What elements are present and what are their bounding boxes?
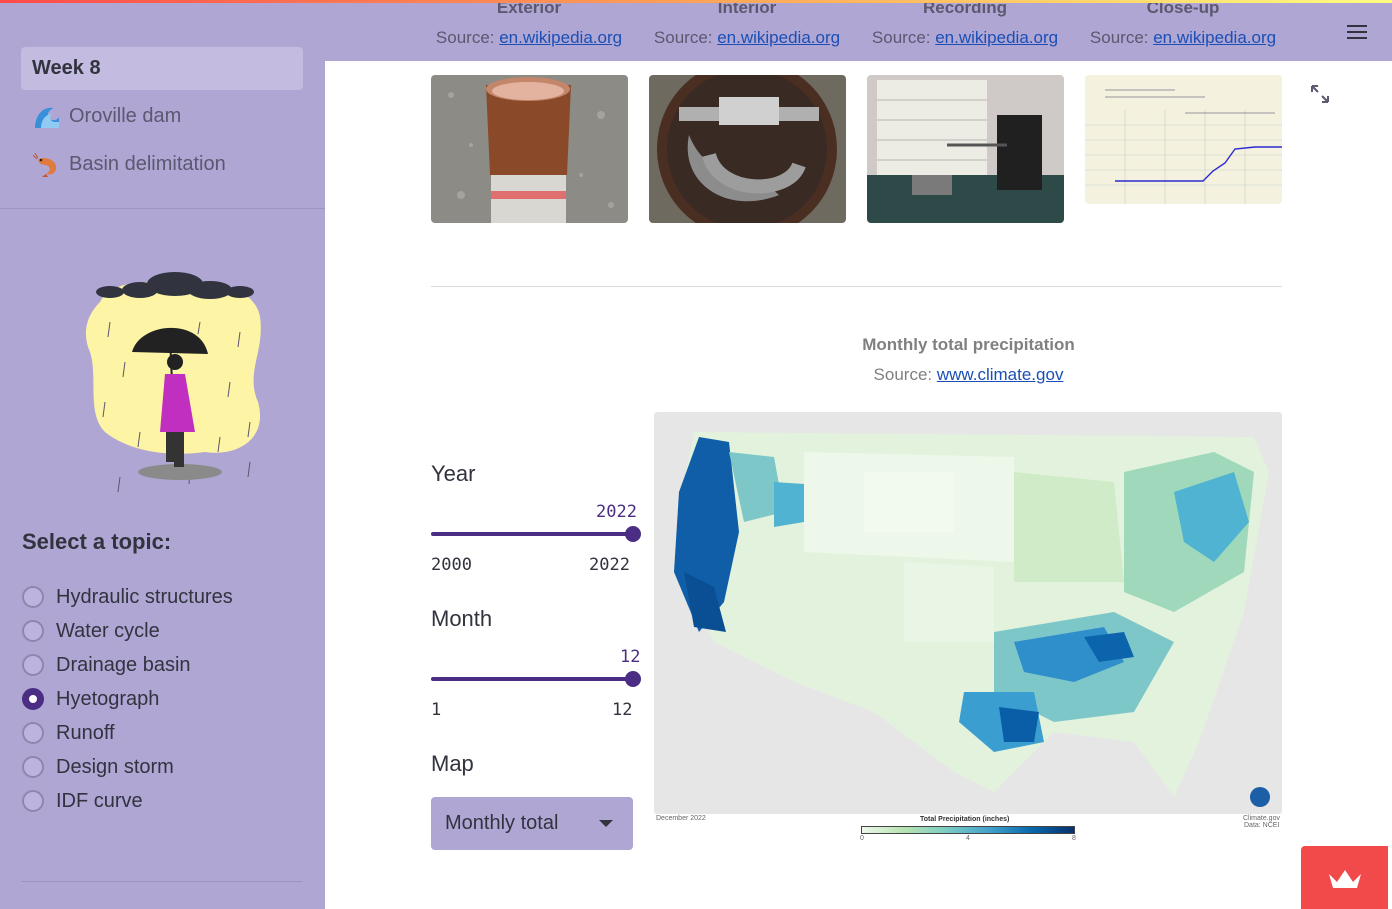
radio-idf-curve[interactable]: IDF curve bbox=[22, 784, 233, 818]
chart-close-up-photo bbox=[1085, 75, 1282, 204]
data-credit-label: Data: NCEI bbox=[1244, 822, 1280, 829]
radio-label: Water cycle bbox=[56, 619, 160, 642]
map-date-label: December 2022 bbox=[656, 815, 706, 822]
map-type-selected: Monthly total bbox=[445, 812, 559, 834]
section-divider bbox=[431, 286, 1282, 287]
radio-button-selected[interactable] bbox=[22, 688, 44, 710]
radio-runoff[interactable]: Runoff bbox=[22, 716, 233, 750]
month-slider-track[interactable] bbox=[431, 677, 633, 681]
radio-hydraulic-structures[interactable]: Hydraulic structures bbox=[22, 580, 233, 614]
radio-button[interactable] bbox=[22, 722, 44, 744]
topic-radio-group: Hydraulic structures Water cycle Drainag… bbox=[22, 580, 233, 818]
month-min: 1 bbox=[431, 700, 442, 720]
radio-button[interactable] bbox=[22, 620, 44, 642]
year-slider-thumb[interactable] bbox=[625, 526, 641, 542]
radio-label: Design storm bbox=[56, 755, 174, 778]
sidebar-bottom-divider bbox=[21, 881, 302, 882]
radio-label: Runoff bbox=[56, 721, 115, 744]
month-slider-thumb[interactable] bbox=[625, 671, 641, 687]
month-label: Month bbox=[431, 606, 493, 631]
nav-item-basin-delimitation[interactable]: Basin delimitation bbox=[21, 143, 303, 186]
nav-item-label: Oroville dam bbox=[69, 105, 182, 127]
sidebar-nav: Week 8 Oroville dam Basin delimitation bbox=[21, 47, 303, 191]
source-prefix: Source: bbox=[435, 28, 500, 47]
caption-source: Source: en.wikipedia.org bbox=[637, 28, 857, 48]
map-title: Monthly total precipitation bbox=[862, 335, 1075, 354]
month-value: 12 bbox=[620, 647, 641, 667]
source-prefix: Source: bbox=[1089, 28, 1154, 47]
source-link[interactable]: en.wikipedia.org bbox=[499, 28, 622, 47]
source-link[interactable]: en.wikipedia.org bbox=[1153, 28, 1276, 47]
radio-label: Hydraulic structures bbox=[56, 585, 233, 608]
radio-button[interactable] bbox=[22, 586, 44, 608]
rain-umbrella-illustration bbox=[85, 272, 261, 493]
radio-design-storm[interactable]: Design storm bbox=[22, 750, 233, 784]
source-link[interactable]: en.wikipedia.org bbox=[717, 28, 840, 47]
source-link[interactable]: www.climate.gov bbox=[937, 365, 1064, 384]
radio-hyetograph[interactable]: Hyetograph bbox=[22, 682, 233, 716]
streamlit-badge[interactable] bbox=[1301, 846, 1388, 909]
source-prefix: Source: bbox=[871, 28, 936, 47]
expand-icon[interactable] bbox=[1310, 84, 1330, 104]
nav-item-oroville-dam[interactable]: Oroville dam bbox=[21, 95, 303, 138]
radio-label: Drainage basin bbox=[56, 653, 191, 676]
wave-icon bbox=[35, 107, 59, 128]
menu-icon[interactable] bbox=[1347, 25, 1367, 41]
year-label: Year bbox=[431, 461, 476, 486]
legend-tick: 8 bbox=[1072, 835, 1076, 842]
caption-source: Source: en.wikipedia.org bbox=[419, 28, 639, 48]
source-prefix: Source: bbox=[653, 28, 718, 47]
year-slider-track[interactable] bbox=[431, 532, 633, 536]
sidebar: Week 8 Oroville dam Basin delimitation S… bbox=[0, 0, 325, 909]
legend-color-bar bbox=[861, 826, 1075, 834]
chevron-down-icon bbox=[599, 820, 613, 827]
nav-item-label: Basin delimitation bbox=[69, 153, 226, 175]
caption-source: Source: en.wikipedia.org bbox=[1073, 28, 1293, 48]
rain-gauge-exterior-photo bbox=[431, 75, 628, 223]
credit-label: Climate.gov bbox=[1243, 815, 1280, 822]
precipitation-map bbox=[654, 412, 1282, 814]
source-link[interactable]: en.wikipedia.org bbox=[935, 28, 1058, 47]
radio-drainage-basin[interactable]: Drainage basin bbox=[22, 648, 233, 682]
year-min: 2000 bbox=[431, 555, 472, 575]
recording-drum-photo bbox=[867, 75, 1064, 223]
year-value: 2022 bbox=[596, 502, 637, 522]
month-max: 12 bbox=[612, 700, 633, 720]
year-max: 2022 bbox=[589, 555, 630, 575]
source-prefix: Source: bbox=[873, 365, 937, 384]
legend-title: Total Precipitation (inches) bbox=[920, 816, 1010, 823]
radio-label: Hyetograph bbox=[56, 687, 160, 710]
top-decoration-bar bbox=[0, 0, 1392, 3]
nav-item-week-8[interactable]: Week 8 bbox=[21, 47, 303, 90]
radio-water-cycle[interactable]: Water cycle bbox=[22, 614, 233, 648]
topic-title: Select a topic: bbox=[22, 529, 172, 554]
shrimp-icon bbox=[32, 152, 57, 177]
map-source: Source: www.climate.gov bbox=[655, 365, 1282, 385]
radio-label: IDF curve bbox=[56, 789, 143, 812]
map-type-label: Map bbox=[431, 751, 474, 776]
radio-button[interactable] bbox=[22, 654, 44, 676]
caption-source: Source: en.wikipedia.org bbox=[855, 28, 1075, 48]
crown-icon bbox=[1329, 870, 1361, 888]
nav-item-label: Week 8 bbox=[32, 57, 101, 79]
legend-tick: 4 bbox=[966, 835, 970, 842]
map-type-select[interactable]: Monthly total bbox=[431, 797, 633, 850]
radio-button[interactable] bbox=[22, 790, 44, 812]
sidebar-divider bbox=[0, 208, 325, 209]
radio-button[interactable] bbox=[22, 756, 44, 778]
legend-tick: 0 bbox=[860, 835, 864, 842]
rain-gauge-interior-photo bbox=[649, 75, 846, 223]
